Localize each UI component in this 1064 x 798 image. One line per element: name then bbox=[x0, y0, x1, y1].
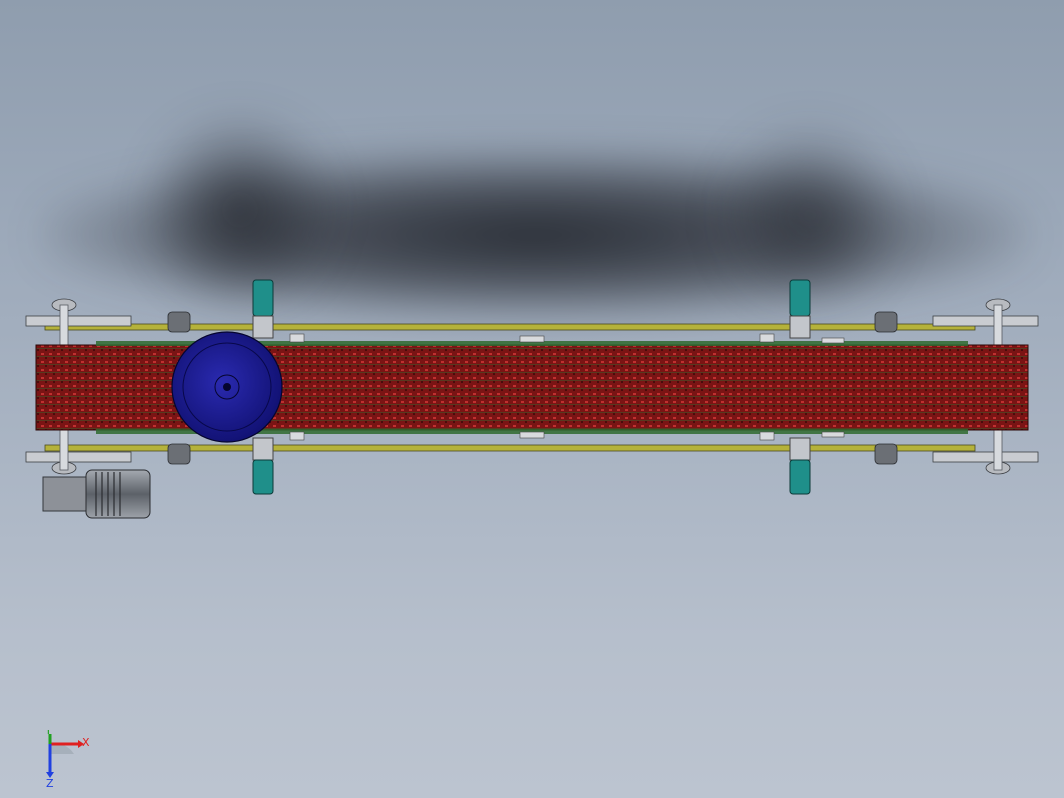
cad-viewport[interactable]: X Y Z bbox=[0, 0, 1064, 798]
gear-motor bbox=[42, 469, 151, 519]
bearing-unit-bottom-right bbox=[789, 437, 811, 495]
bearing-unit-top-left bbox=[252, 279, 274, 339]
y-axis-label: Y bbox=[44, 730, 52, 737]
drive-disk bbox=[171, 331, 283, 443]
x-axis-label: X bbox=[82, 736, 90, 749]
bearing-unit-top-right bbox=[789, 279, 811, 339]
view-triad: X Y Z bbox=[44, 730, 90, 790]
conveyor-model[interactable] bbox=[0, 0, 1064, 798]
z-axis-label: Z bbox=[46, 777, 54, 790]
bearing-unit-bottom-left bbox=[252, 437, 274, 495]
